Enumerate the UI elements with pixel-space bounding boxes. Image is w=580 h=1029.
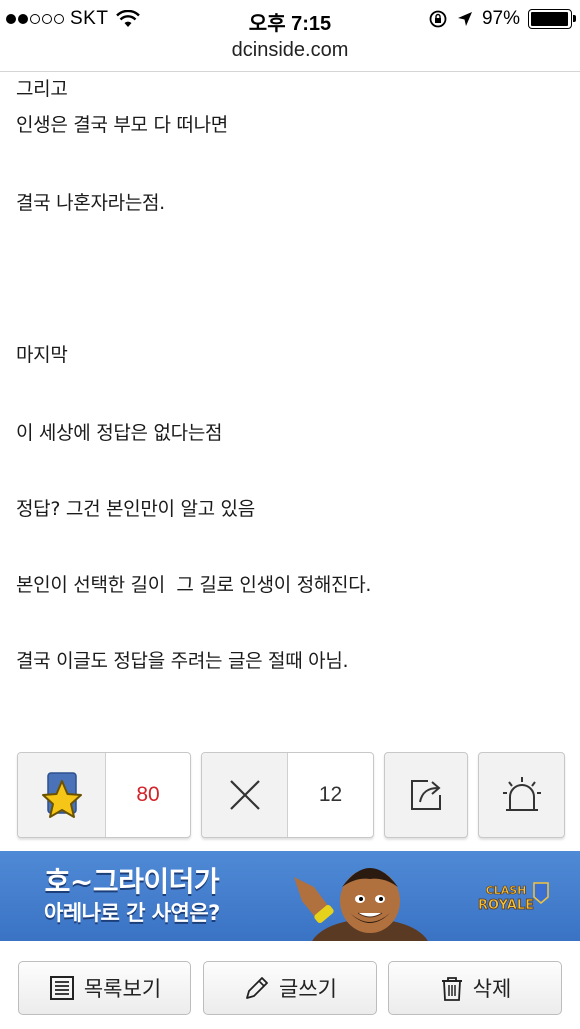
downvote-count: 12 — [318, 783, 343, 806]
article-line: 마지막 — [16, 344, 68, 366]
banner-headline: 호~그라이더가 아레나로 간 사연은? — [44, 865, 220, 927]
write-label: 글쓰기 — [279, 977, 337, 1001]
delete-button[interactable]: 삭제 — [388, 961, 562, 1015]
downvote-icon-box[interactable] — [202, 753, 288, 837]
report-button[interactable] — [478, 752, 565, 838]
url-text[interactable]: dcinside.com — [232, 39, 349, 61]
battery-icon — [528, 9, 576, 29]
list-view-label: 목록보기 — [83, 977, 162, 1001]
article-line: 이 세상에 정답은 없다는점 — [16, 422, 223, 444]
status-bar: SKT 오후 7:15 97% — [0, 0, 580, 36]
clash-royale-logo: CLASH ROYALE — [478, 882, 549, 913]
svg-text:ROYALE: ROYALE — [478, 898, 534, 913]
address-bar[interactable]: dcinside.com — [0, 36, 580, 72]
bottom-toolbar: 목록보기 글쓰기 삭제 — [0, 941, 580, 1029]
battery-level-fill — [531, 12, 568, 26]
recommend-button[interactable]: 80 — [17, 752, 191, 838]
rotation-lock-icon — [429, 10, 447, 28]
list-icon — [49, 976, 74, 1000]
siren-icon — [502, 777, 541, 811]
banner-line-2: 아레나로 간 사연은? — [44, 901, 220, 925]
downvote-count-box: 12 — [288, 753, 373, 837]
article-line: 정답? 그건 본인만이 알고 있음 — [16, 498, 255, 520]
article-line: 그리고 — [16, 78, 68, 100]
article-line: 본인이 선택한 길이 그 길로 인생이 정해진다. — [16, 574, 372, 596]
article-body: 그리고 인생은 결국 부모 다 떠나면 결국 나혼자라는점. 마지막 이 세상에… — [0, 72, 580, 740]
x-icon — [229, 780, 260, 810]
article-line: 인생은 결국 부모 다 떠나면 — [16, 114, 228, 136]
action-buttons: 80 12 — [17, 752, 565, 840]
banner-line-1: 호~그라이더가 — [44, 865, 220, 898]
delete-label: 삭제 — [472, 977, 512, 1001]
trash-icon — [441, 977, 462, 1001]
share-icon — [411, 780, 441, 810]
recommend-count: 80 — [136, 783, 160, 806]
pencil-icon — [246, 977, 268, 999]
hog-rider-character-illustration — [294, 868, 428, 941]
location-arrow-icon — [457, 12, 472, 26]
list-view-button[interactable]: 목록보기 — [18, 961, 191, 1015]
star-icon — [41, 772, 82, 818]
status-right: 97% — [428, 8, 576, 30]
svg-text:CLASH: CLASH — [486, 884, 527, 897]
downvote-button[interactable]: 12 — [201, 752, 374, 838]
share-button[interactable] — [384, 752, 468, 838]
battery-percent: 97% — [481, 8, 520, 29]
ad-banner[interactable]: 호~그라이더가 아레나로 간 사연은? CLASH ROYALE — [0, 851, 580, 941]
article-line: 결국 이글도 정답을 주려는 글은 절때 아님. — [16, 650, 349, 672]
recommend-icon-box[interactable] — [18, 753, 106, 837]
article-line: 결국 나혼자라는점. — [16, 192, 165, 214]
recommend-count-box: 80 — [106, 753, 190, 837]
write-button[interactable]: 글쓰기 — [203, 961, 377, 1015]
